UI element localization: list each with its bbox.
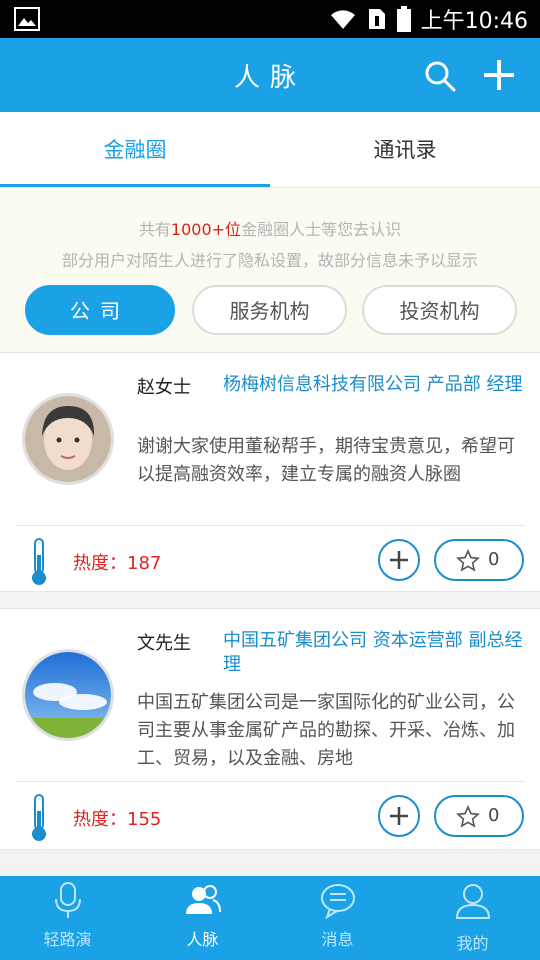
person-photo-icon xyxy=(25,396,111,482)
microphone-icon xyxy=(55,882,81,918)
heat-label: 热度：155 xyxy=(73,809,162,830)
nav-item-profile[interactable]: 我的 xyxy=(405,876,540,960)
avatar[interactable] xyxy=(22,393,114,485)
tab-bar: 金融圈 通讯录 xyxy=(0,112,540,188)
heat-label: 热度：187 xyxy=(73,553,162,574)
wifi-icon xyxy=(330,10,355,29)
message-icon xyxy=(321,884,355,920)
filter-company-button[interactable]: 公司 xyxy=(25,285,175,335)
contact-card[interactable]: 文先生 中国五矿集团公司 资本运营部 副总经理 中国五矿集团公司是一家国际化的矿… xyxy=(0,608,540,850)
status-bar: 上午10:46 xyxy=(0,0,540,38)
favorite-button[interactable]: 0 xyxy=(434,795,524,837)
nav-label: 轻路演 xyxy=(43,930,92,949)
nav-label: 人脉 xyxy=(186,930,219,949)
count-highlight: 1000+位 xyxy=(170,220,242,239)
nav-item-contacts[interactable]: 人脉 xyxy=(135,876,270,960)
contact-description: 谢谢大家使用董秘帮手，期待宝贵意见，希望可以提高融资效率，建立专属的融资人脉圈 xyxy=(137,436,515,485)
nav-item-messages[interactable]: 消息 xyxy=(270,876,405,960)
nav-item-roadshow[interactable]: 轻路演 xyxy=(0,876,135,960)
nav-label: 我的 xyxy=(456,934,489,953)
info-banner: 共有1000+位金融圈人士等您去认识 部分用户对陌生人进行了隐私设置，故部分信息… xyxy=(0,188,540,352)
nav-label: 消息 xyxy=(321,930,354,949)
battery-icon xyxy=(396,6,411,32)
tab-finance-circle[interactable]: 金融圈 xyxy=(0,112,270,188)
contact-card[interactable]: 赵女士 杨梅树信息科技有限公司 产品部 经理 谢谢大家使用董秘帮手，期待宝贵意见… xyxy=(0,352,540,592)
add-contact-button[interactable] xyxy=(378,795,420,837)
thermometer-icon xyxy=(32,538,46,585)
contact-description: 中国五矿集团公司是一家国际化的矿业公司，公司主要从事金属矿产品的勘探、开采、冶炼… xyxy=(137,692,515,769)
privacy-notice: 部分用户对陌生人进行了隐私设置，故部分信息未予以显示 xyxy=(61,251,478,270)
star-icon xyxy=(456,805,480,828)
contacts-icon xyxy=(186,885,221,914)
thermometer-icon xyxy=(32,794,46,841)
favorite-button[interactable]: 0 xyxy=(434,539,524,581)
favorite-count: 0 xyxy=(488,805,500,826)
star-icon xyxy=(456,549,480,572)
add-contact-button[interactable] xyxy=(378,539,420,581)
page-title: 人脉 xyxy=(233,63,306,93)
contact-company[interactable]: 杨梅树信息科技有限公司 产品部 经理 xyxy=(223,373,523,397)
tab-indicator xyxy=(0,184,270,187)
card-divider xyxy=(15,781,525,782)
status-time: 上午10:46 xyxy=(420,9,528,34)
sim-icon xyxy=(368,9,385,29)
contact-name: 赵女士 xyxy=(137,377,191,398)
avatar[interactable] xyxy=(22,649,114,741)
sky-photo-icon xyxy=(25,652,111,738)
add-icon[interactable] xyxy=(482,58,516,92)
favorite-count: 0 xyxy=(488,549,500,570)
contact-name: 文先生 xyxy=(137,633,191,654)
image-notification-icon xyxy=(14,7,40,31)
profile-icon xyxy=(455,884,491,919)
filter-service-org-button[interactable]: 服务机构 xyxy=(192,285,347,335)
bottom-nav: 轻路演 人脉 消息 我的 xyxy=(0,876,540,960)
contact-company[interactable]: 中国五矿集团公司 资本运营部 副总经理 xyxy=(223,629,523,677)
card-divider xyxy=(15,525,525,526)
filter-investment-org-button[interactable]: 投资机构 xyxy=(362,285,517,335)
search-icon[interactable] xyxy=(424,60,456,92)
member-count-text: 共有1000+位金融圈人士等您去认识 xyxy=(0,216,540,240)
count-suffix: 金融圈人士等您去认识 xyxy=(241,220,402,239)
tab-contacts[interactable]: 通讯录 xyxy=(270,112,540,188)
plus-icon xyxy=(390,807,408,825)
plus-icon xyxy=(390,551,408,569)
count-prefix: 共有 xyxy=(138,220,171,239)
app-header: 人脉 xyxy=(0,38,540,112)
